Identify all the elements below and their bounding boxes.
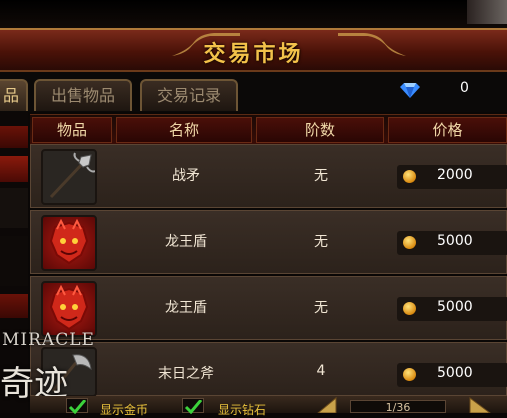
table-header: 物品 名称 阶数 价格	[30, 114, 507, 145]
tab-trade-history[interactable]: 交易记录	[140, 79, 238, 111]
window-edge	[467, 0, 507, 24]
left-category-1[interactable]	[0, 126, 28, 148]
watermark-text: MIRACLE	[2, 330, 95, 350]
checkmark-icon	[184, 399, 203, 415]
tab-sell-items[interactable]: 出售物品	[34, 79, 132, 111]
left-category-3[interactable]	[0, 188, 28, 228]
item-price: 5000	[437, 299, 473, 315]
item-name: 龙王盾	[165, 300, 207, 316]
left-category-4[interactable]	[0, 236, 28, 286]
item-price: 5000	[437, 365, 473, 381]
title-bar: 交易市场	[0, 28, 507, 72]
show-gold-label: 显示金币	[100, 403, 149, 417]
col-item: 物品	[32, 117, 112, 143]
diamond-icon	[400, 83, 420, 98]
table-row[interactable]: 龙王盾 无 5000	[30, 210, 507, 274]
table-row[interactable]: 龙王盾 无 5000	[30, 276, 507, 340]
gold-coin-icon	[403, 368, 416, 381]
show-diamond-checkbox[interactable]	[182, 398, 204, 415]
item-slot[interactable]	[41, 149, 97, 205]
show-gold-checkbox[interactable]	[66, 398, 88, 415]
gold-coin-icon	[403, 236, 416, 249]
gold-coin-icon	[403, 302, 416, 315]
item-price: 2000	[437, 167, 473, 183]
next-page-icon[interactable]	[466, 396, 494, 413]
checkmark-icon	[68, 399, 87, 415]
item-name: 战矛	[172, 168, 200, 184]
left-category-5[interactable]	[0, 294, 28, 318]
item-tier: 无	[314, 234, 328, 250]
col-price: 价格	[388, 117, 507, 143]
item-name: 末日之斧	[158, 366, 214, 382]
item-price: 5000	[437, 233, 473, 249]
tab-bar: 品 出售物品 交易记录	[0, 72, 507, 112]
col-tier: 阶数	[256, 117, 384, 143]
page-indicator: 1/36	[350, 400, 446, 414]
item-name: 龙王盾	[165, 234, 207, 250]
table-row[interactable]: 末日之斧 4 5000	[30, 342, 507, 397]
item-tier: 无	[314, 168, 328, 184]
dragon-shield-icon	[49, 218, 89, 265]
diamond-count: 0	[460, 80, 469, 96]
gold-coin-icon	[403, 170, 416, 183]
item-tier: 无	[314, 300, 328, 316]
col-name: 名称	[116, 117, 252, 143]
item-slot[interactable]	[41, 281, 97, 337]
table-row[interactable]: 战矛 无 2000	[30, 144, 507, 208]
item-tier: 4	[316, 363, 326, 379]
show-diamond-label: 显示钻石	[218, 403, 267, 417]
prev-page-icon[interactable]	[314, 396, 340, 413]
dragon-shield-icon	[49, 284, 89, 331]
tab-items[interactable]: 品	[0, 79, 28, 111]
window-title: 交易市场	[203, 42, 304, 67]
spear-icon	[49, 152, 96, 199]
item-slot[interactable]	[41, 215, 97, 271]
left-category-2[interactable]	[0, 156, 28, 182]
